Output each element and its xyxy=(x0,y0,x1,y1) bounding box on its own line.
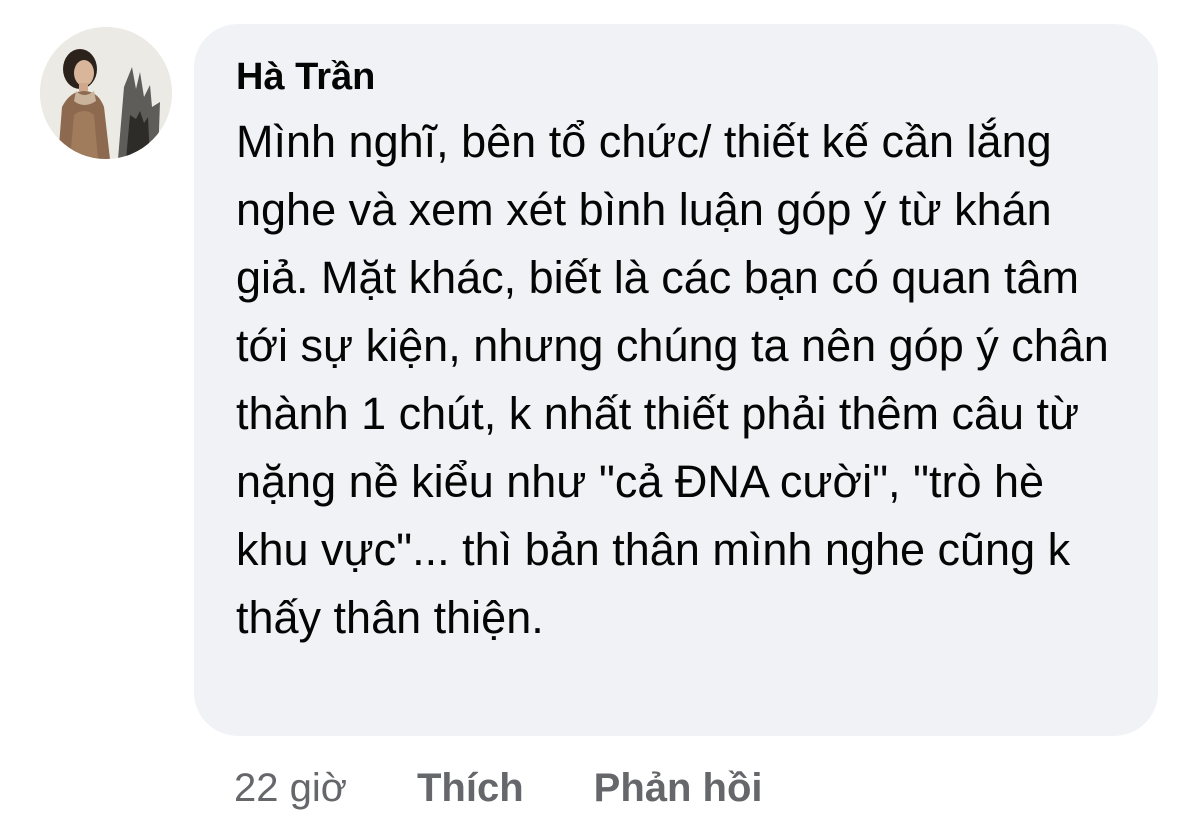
reply-button[interactable]: Phản hồi xyxy=(594,766,763,811)
like-button[interactable]: Thích xyxy=(417,766,524,811)
comment-actions: 22 giờ Thích Phản hồi xyxy=(234,760,833,816)
comment: Hà Trần Mình nghĩ, bên tổ chức/ thiết kế… xyxy=(0,0,1200,818)
comment-bubble: Hà Trần Mình nghĩ, bên tổ chức/ thiết kế… xyxy=(194,24,1158,736)
comment-timestamp[interactable]: 22 giờ xyxy=(234,766,347,811)
avatar-photo xyxy=(40,27,172,159)
comment-text: Mình nghĩ, bên tổ chức/ thiết kế cần lắn… xyxy=(236,116,1109,643)
avatar[interactable] xyxy=(40,27,172,159)
comment-author[interactable]: Hà Trần xyxy=(236,54,375,100)
